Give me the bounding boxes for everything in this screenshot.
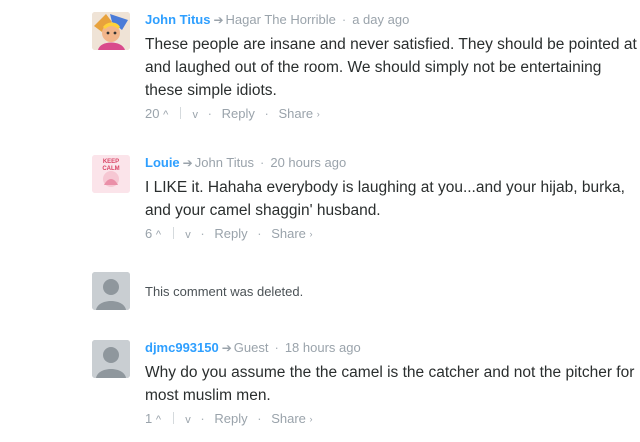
share-chevron-icon: › — [309, 229, 313, 239]
share-button[interactable]: Share — [271, 226, 306, 241]
comment-footer: 1 ^ v · Reply · Share › — [145, 411, 313, 426]
comment-footer: 20 ^ v · Reply · Share › — [145, 106, 320, 121]
comment-meta: John Titus ➔ Hagar The Horrible · a day ago — [145, 12, 410, 27]
downvote-icon[interactable]: v — [185, 414, 191, 426]
reply-button[interactable]: Reply — [214, 411, 247, 426]
share-chevron-icon: › — [316, 109, 320, 119]
svg-text:CALM: CALM — [102, 166, 119, 172]
share-button[interactable]: Share — [278, 106, 313, 121]
parent-author[interactable]: Hagar The Horrible — [226, 12, 336, 27]
author-name[interactable]: Louie — [145, 155, 180, 170]
share-chevron-icon: › — [309, 414, 313, 424]
avatar — [92, 272, 130, 310]
avatar[interactable]: KEEP CALM — [92, 155, 130, 193]
downvote-icon[interactable]: v — [193, 109, 199, 121]
downvote-icon[interactable]: v — [185, 229, 191, 241]
parent-author: Guest — [233, 340, 269, 355]
comment-footer: 6 ^ v · Reply · Share › — [145, 226, 313, 241]
share-button[interactable]: Share — [271, 411, 306, 426]
default-avatar-icon — [92, 340, 130, 378]
deleted-comment-text: This comment was deleted. — [145, 284, 304, 299]
vote-count: 20 — [145, 106, 160, 121]
comment-text: These people are insane and never satisf… — [145, 36, 637, 99]
upvote-icon[interactable]: ^ — [156, 414, 161, 426]
reply-arrow-icon: ➔ — [182, 156, 193, 170]
timestamp[interactable]: 20 hours ago — [270, 155, 346, 170]
avatar-image-icon — [92, 12, 130, 50]
keep-calm-text: KEEP — [103, 159, 119, 165]
reply-button[interactable]: Reply — [222, 106, 255, 121]
author-name[interactable]: djmc993150 — [145, 340, 219, 355]
reply-arrow-icon: ➔ — [213, 13, 224, 27]
timestamp[interactable]: a day ago — [352, 12, 409, 27]
reply-arrow-icon: ➔ — [221, 341, 232, 355]
parent-author[interactable]: John Titus — [195, 155, 254, 170]
avatar[interactable] — [92, 12, 130, 50]
upvote-icon[interactable]: ^ — [163, 109, 168, 121]
author-name[interactable]: John Titus — [145, 12, 210, 27]
comment-meta: Louie ➔ John Titus · 20 hours ago — [145, 155, 347, 170]
comment-text: I LIKE it. Hahaha everybody is laughing … — [145, 179, 625, 219]
avatar[interactable] — [92, 340, 130, 378]
upvote-icon[interactable]: ^ — [156, 229, 161, 241]
vote-count: 1 — [145, 411, 153, 426]
keep-calm-avatar-icon: KEEP CALM — [92, 155, 130, 193]
comment-text: Why do you assume the the camel is the c… — [145, 364, 635, 404]
default-avatar-icon — [92, 272, 130, 310]
comment-meta: djmc993150 ➔ Guest · 18 hours ago — [145, 340, 361, 355]
reply-button[interactable]: Reply — [214, 226, 247, 241]
vote-count: 6 — [145, 226, 153, 241]
timestamp[interactable]: 18 hours ago — [285, 340, 361, 355]
